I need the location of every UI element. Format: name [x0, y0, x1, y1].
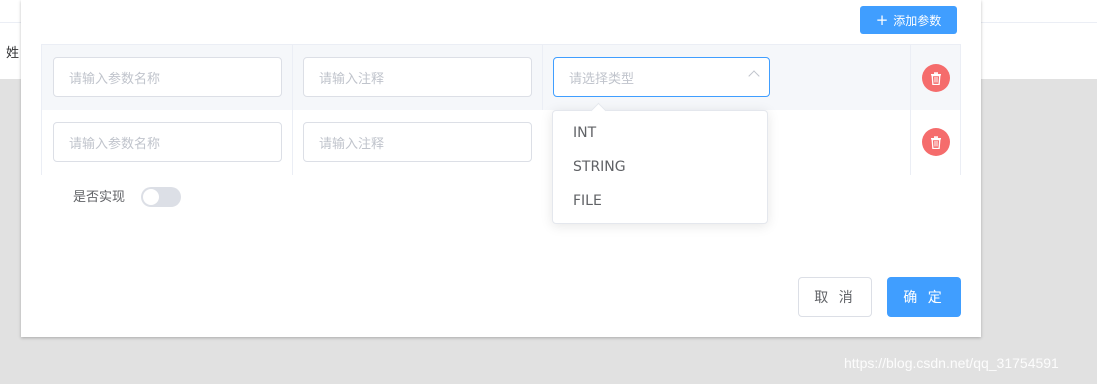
- type-dropdown: INT STRING FILE: [552, 102, 768, 224]
- plus-icon: +: [875, 10, 889, 29]
- param-type-select[interactable]: 请选择类型: [553, 57, 770, 97]
- background-text-fragment: 姓: [6, 46, 20, 61]
- confirm-button[interactable]: 确 定: [887, 277, 961, 317]
- param-type-placeholder: 请选择类型: [569, 71, 635, 87]
- trash-icon: [931, 135, 941, 149]
- param-name-placeholder: 请输入参数名称: [69, 136, 161, 152]
- param-comment-placeholder: 请输入注释: [319, 136, 385, 152]
- switch-knob: [143, 189, 159, 205]
- add-param-button[interactable]: + 添加参数: [860, 6, 957, 34]
- table-row: 请输入参数名称 请输入注释 请选择类型: [42, 45, 960, 111]
- param-name-placeholder: 请输入参数名称: [69, 71, 161, 87]
- implemented-switch-label: 是否实现: [73, 190, 126, 205]
- delete-row-button[interactable]: [922, 64, 950, 92]
- column-divider: [910, 45, 911, 110]
- param-comment-placeholder: 请输入注释: [319, 71, 385, 87]
- type-option-int[interactable]: INT: [553, 116, 767, 150]
- type-option-file[interactable]: FILE: [553, 184, 767, 218]
- delete-row-button[interactable]: [922, 128, 950, 156]
- column-divider: [292, 110, 293, 175]
- chevron-up-icon: [748, 70, 760, 82]
- param-table: 请输入参数名称 请输入注释 请选择类型 请输入参数名称 请输入注释: [41, 44, 961, 175]
- param-comment-input[interactable]: 请输入注释: [303, 122, 532, 162]
- implemented-switch[interactable]: [141, 187, 181, 207]
- param-comment-input[interactable]: 请输入注释: [303, 57, 532, 97]
- cancel-button[interactable]: 取 消: [798, 277, 872, 317]
- param-dialog: + 添加参数 请输入参数名称 请输入注释 请选择类型 请输入参数名称 请输入注释…: [21, 0, 981, 337]
- trash-icon: [931, 71, 941, 85]
- param-name-input[interactable]: 请输入参数名称: [53, 57, 282, 97]
- param-name-input[interactable]: 请输入参数名称: [53, 122, 282, 162]
- type-option-string[interactable]: STRING: [553, 150, 767, 184]
- add-param-label: 添加参数: [893, 13, 942, 28]
- column-divider: [910, 110, 911, 175]
- column-divider: [292, 45, 293, 110]
- column-divider: [542, 45, 543, 110]
- table-row: 请输入参数名称 请输入注释: [42, 110, 960, 175]
- watermark-text: https://blog.csdn.net/qq_31754591: [844, 355, 1059, 371]
